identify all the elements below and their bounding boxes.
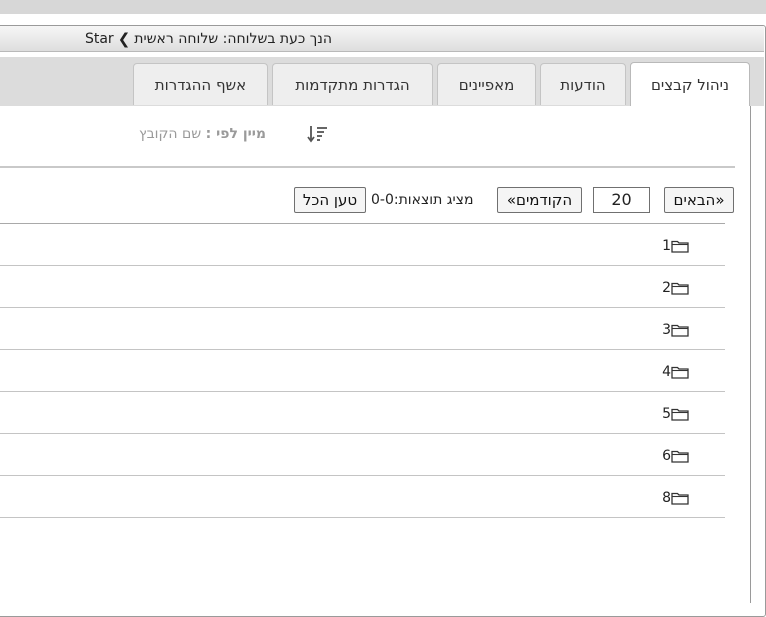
folder-name: 5 [662, 406, 671, 422]
tab-settings-wizard[interactable]: אשף ההגדרות [133, 63, 268, 105]
branch-path: Star ❮ הנך כעת בשלוחה: שלוחה ראשית [85, 30, 332, 48]
results-count: מציג תוצאות:0-0 [371, 192, 474, 208]
folder-name: 2 [662, 280, 671, 296]
folder-entry[interactable]: 6 [662, 448, 692, 464]
folder-name: 3 [662, 322, 671, 338]
window-top-band [0, 0, 766, 14]
tab-messages[interactable]: הודעות [540, 63, 626, 105]
list-item[interactable]: 3 [0, 308, 725, 350]
pagination-bar: «הבאים 20 הקודמים» מציג תוצאות:0-0 טען ה… [0, 186, 750, 218]
folder-entry[interactable]: 2 [662, 280, 692, 296]
folder-entry[interactable]: 3 [662, 322, 692, 338]
previous-button[interactable]: הקודמים» [497, 187, 582, 213]
folder-entry[interactable]: 4 [662, 364, 692, 380]
list-item[interactable]: 8 [0, 476, 725, 518]
panel-edge [750, 106, 765, 603]
tab-advanced-settings[interactable]: הגדרות מתקדמות [272, 63, 433, 105]
branch-current: הנך כעת בשלוחה: שלוחה ראשית [134, 31, 332, 47]
list-item[interactable]: 6 [0, 434, 725, 476]
file-panel: מיין לפי : שם הקובץ «הבאים 20 הקודמים» מ… [0, 106, 750, 603]
divider [0, 166, 735, 168]
page-size-input[interactable]: 20 [593, 187, 650, 213]
folder-name: 8 [662, 490, 671, 506]
folder-icon [671, 366, 689, 379]
chevron-left-icon: ❮ [117, 30, 131, 48]
list-item[interactable]: 5 [0, 392, 725, 434]
folder-name: 4 [662, 364, 671, 380]
tab-bar: ניהול קבצים הודעות מאפיינים הגדרות מתקדמ… [0, 57, 764, 107]
folder-name: 1 [662, 238, 671, 254]
folder-icon [671, 240, 689, 253]
branch-bar: Star ❮ הנך כעת בשלוחה: שלוחה ראשית [0, 26, 764, 52]
sort-descending-icon[interactable] [307, 124, 329, 144]
tab-file-management[interactable]: ניהול קבצים [630, 62, 750, 107]
folder-entry[interactable]: 1 [662, 238, 692, 254]
folder-icon [671, 282, 689, 295]
branch-root[interactable]: Star [85, 31, 114, 47]
folder-icon [671, 324, 689, 337]
folder-entry[interactable]: 8 [662, 490, 692, 506]
folder-name: 6 [662, 448, 671, 464]
sort-value: שם הקובץ [139, 126, 202, 142]
sort-key-label: מיין לפי : [205, 126, 266, 142]
folder-icon [671, 492, 689, 505]
list-item[interactable]: 1 [0, 224, 725, 266]
load-all-button[interactable]: טען הכל [294, 187, 366, 213]
folder-list: 1 2 3 4 5 6 8 [0, 224, 725, 518]
sort-by[interactable]: מיין לפי : שם הקובץ [139, 126, 266, 142]
sort-row: מיין לפי : שם הקובץ [0, 106, 750, 168]
next-button[interactable]: «הבאים [664, 187, 734, 213]
folder-icon [671, 408, 689, 421]
tab-properties[interactable]: מאפיינים [437, 63, 536, 105]
folder-icon [671, 450, 689, 463]
list-item[interactable]: 4 [0, 350, 725, 392]
folder-entry[interactable]: 5 [662, 406, 692, 422]
list-item[interactable]: 2 [0, 266, 725, 308]
